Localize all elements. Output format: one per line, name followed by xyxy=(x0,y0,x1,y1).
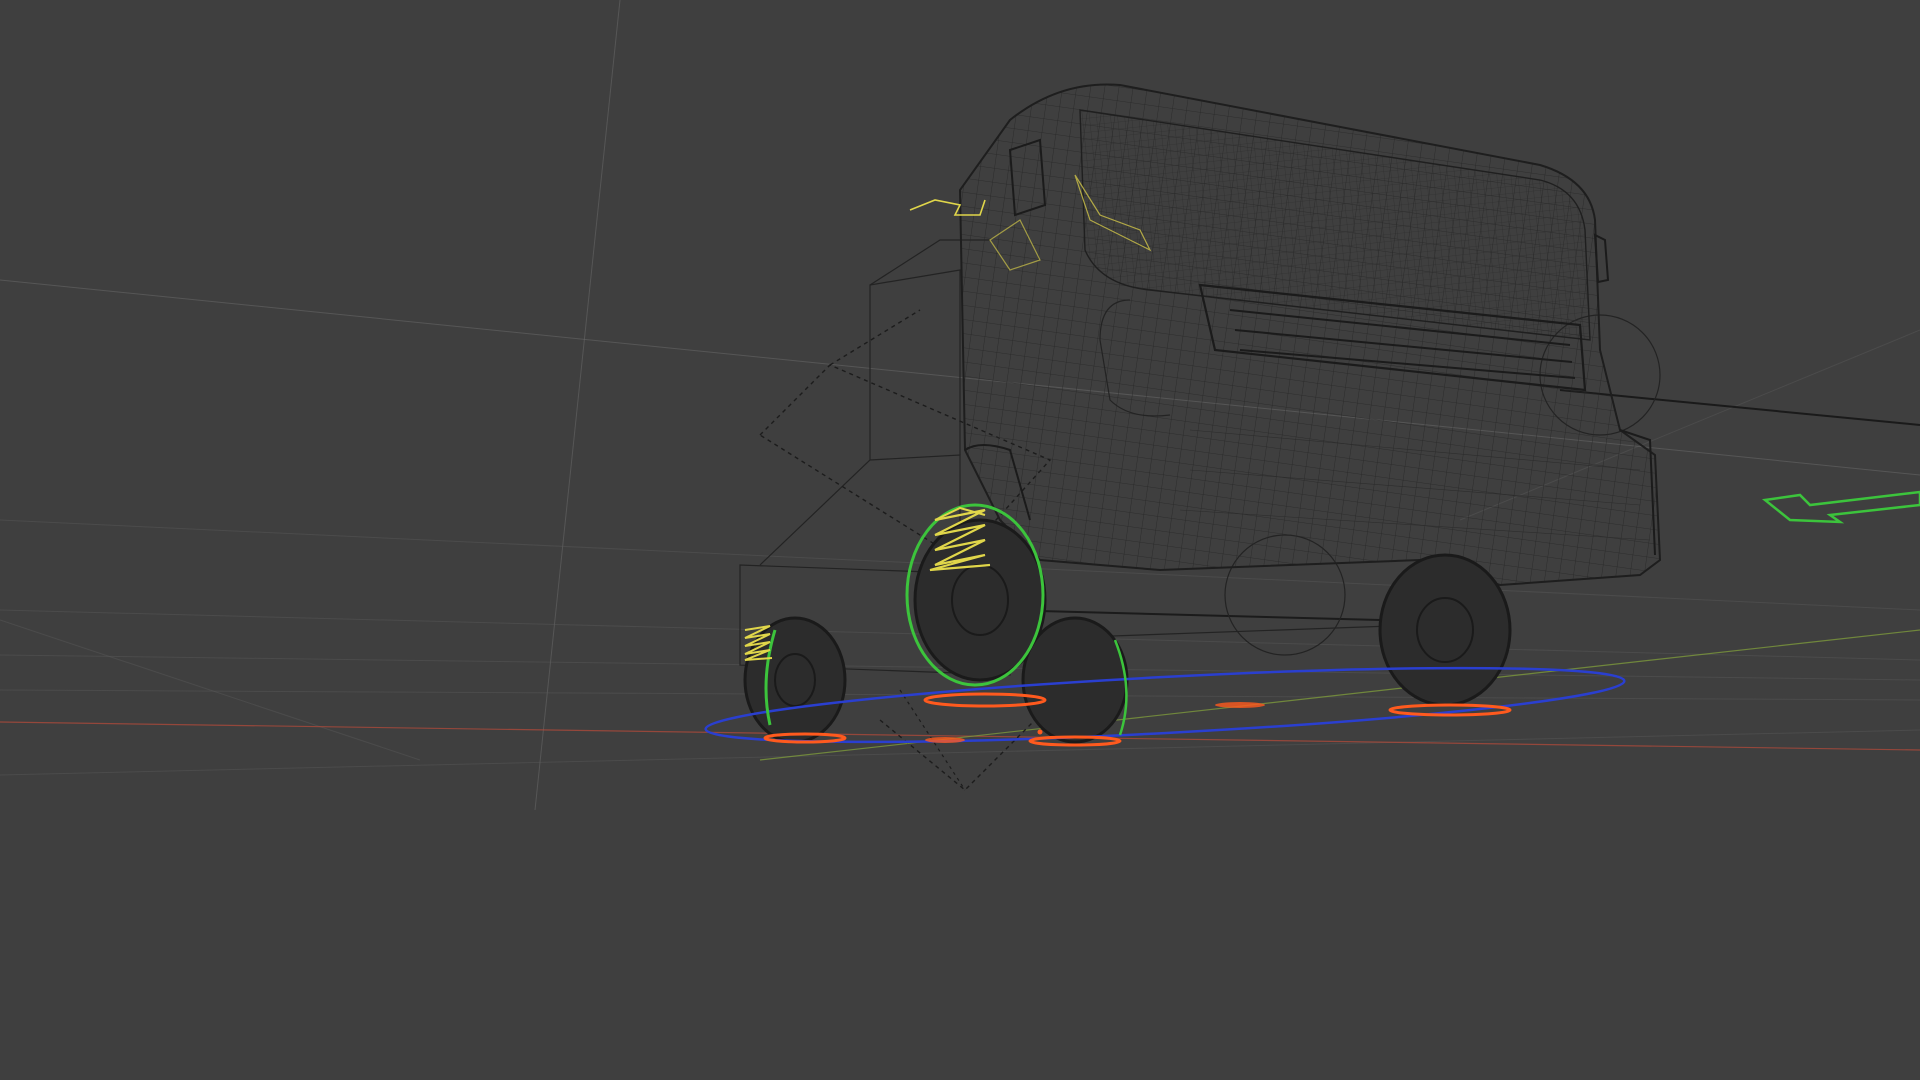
viewport-canvas[interactable] xyxy=(0,0,1920,1080)
grid-line xyxy=(0,729,1920,776)
direction-control-arrow[interactable] xyxy=(1761,490,1920,524)
truck-cab xyxy=(958,83,1662,587)
x-axis-line xyxy=(0,721,1920,751)
3d-viewport[interactable] xyxy=(0,0,1920,1080)
grid-line-vertical xyxy=(534,0,621,811)
contact-marker[interactable] xyxy=(925,737,965,743)
rear-axle xyxy=(999,609,1381,621)
side-mirror xyxy=(1593,233,1610,284)
pivot-point[interactable] xyxy=(1037,729,1043,735)
contact-marker[interactable] xyxy=(1215,702,1265,708)
cab-bounding-box xyxy=(869,269,961,460)
contact-marker[interactable] xyxy=(1388,703,1512,717)
rear-left-wheel xyxy=(1378,553,1512,707)
dashed-rig-line xyxy=(829,309,921,366)
arrow-icon[interactable] xyxy=(1761,490,1920,524)
